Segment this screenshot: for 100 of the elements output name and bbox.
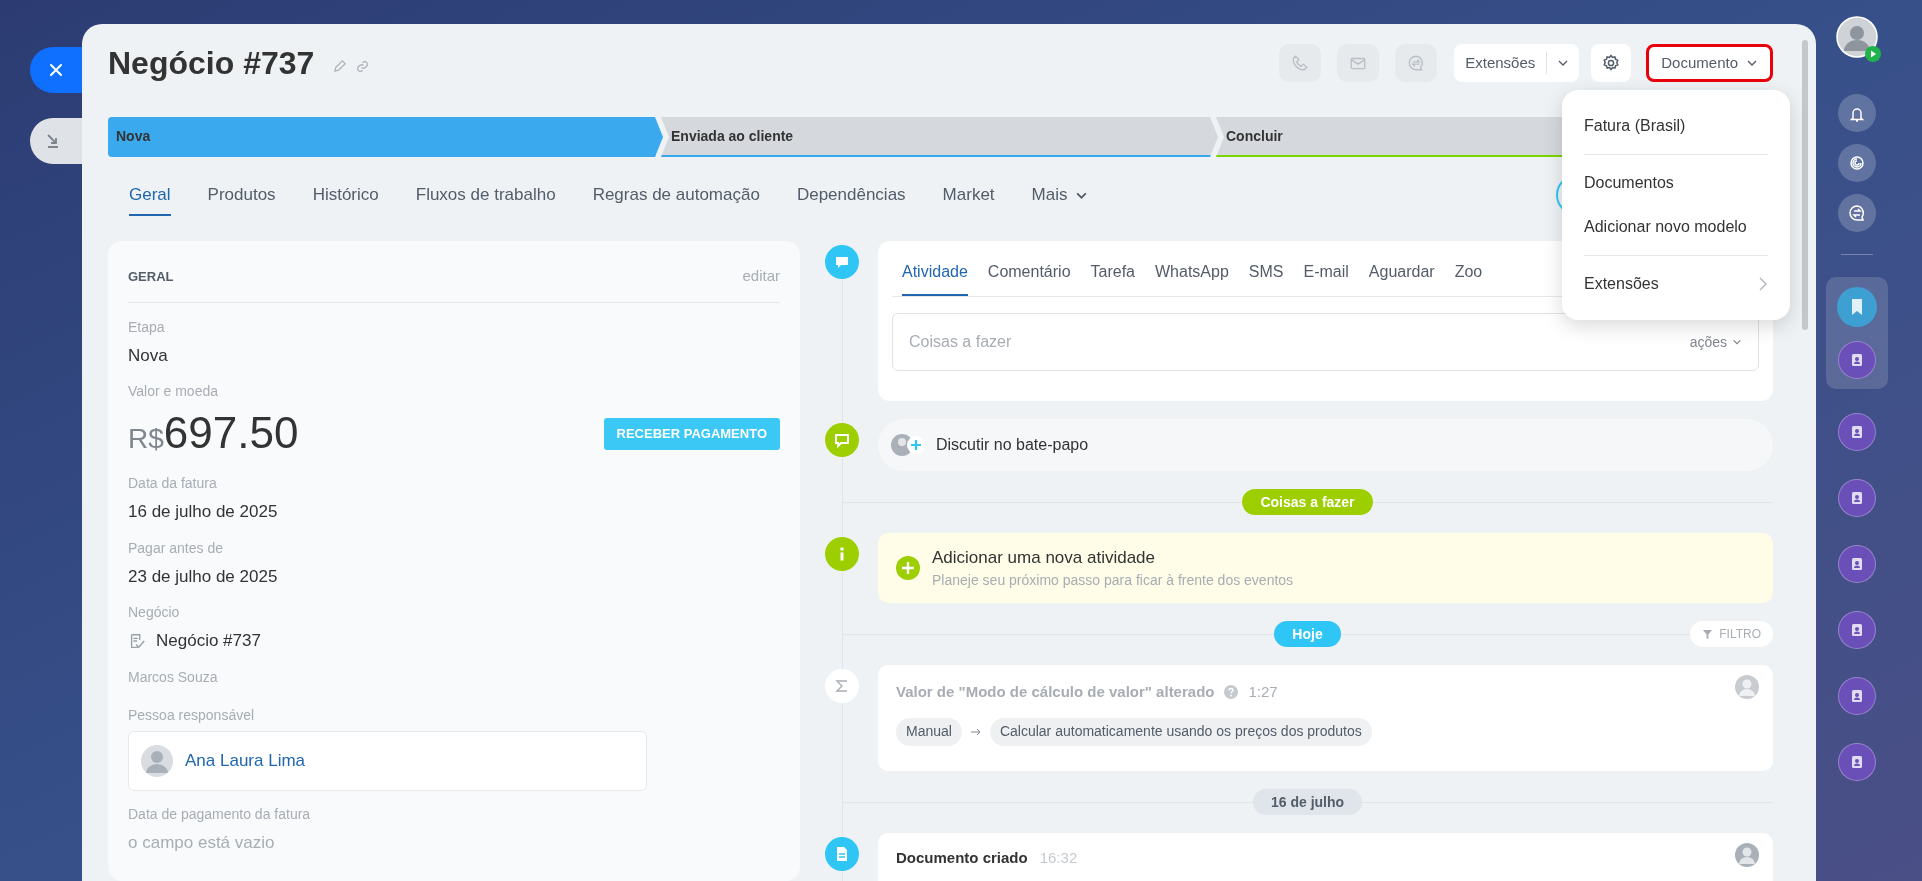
composer-tab[interactable]: Aguardar [1368,250,1435,296]
menu-item[interactable]: Adicionar novo modelo [1584,205,1768,249]
bookmark-button[interactable] [1837,287,1877,327]
stage-step[interactable]: Nova [108,117,663,157]
value-chip: Calcular automaticamente usando os preços dos produtos [989,717,1372,746]
avatar-icon [1735,675,1759,699]
filter-icon [1702,628,1714,640]
person-link[interactable]: Ana Laura Lima [185,747,306,774]
section-heading: GERAL [128,267,174,286]
document-button[interactable]: Documento [1646,44,1773,82]
tab[interactable]: Regras de automação [592,176,760,216]
date-badge: 16 de julho [1252,789,1363,815]
phone-icon [1291,54,1310,72]
contact-card-icon [1850,755,1864,769]
settings-icon [1601,53,1622,73]
composer-tab[interactable]: SMS [1248,250,1284,296]
field-label: Data de pagamento da fatura [128,804,312,824]
field-label: Valor e moeda [128,382,219,401]
scrollbar-thumb[interactable] [1802,40,1808,330]
bell-button[interactable] [1838,94,1876,132]
avatar-plus-icon [890,433,926,457]
field-label: Etapa [128,317,166,337]
avatar-icon [1735,843,1759,867]
tab[interactable]: Market [942,176,995,216]
contact-card-icon [1850,689,1864,703]
page-title: Negócio #737 [108,44,315,83]
field-label: Data da fatura [128,474,218,493]
field-value: 16 de julho de 2025 [128,501,279,523]
app-button[interactable] [1838,611,1876,649]
chat-arrows-icon [1407,54,1426,72]
card-subtitle: Planeje seu próximo passo para ficar à frente dos eventos [932,571,1294,591]
date-badge: Coisas a fazer [1242,489,1373,515]
tab[interactable]: Dependências [796,176,906,216]
chevron-down-icon [1732,337,1742,347]
contact-card-icon [1850,425,1864,439]
settings-button[interactable] [1591,44,1632,82]
menu-item[interactable]: Documentos [1584,161,1768,205]
document-icon [834,846,850,862]
composer-tab[interactable]: Tarefa [1090,250,1135,296]
app-button[interactable] [1838,479,1876,517]
tab[interactable]: Fluxos de trabalho [415,176,556,216]
checked-document-icon [128,631,146,650]
app-button[interactable] [1838,677,1876,715]
plus-icon [896,556,920,580]
app-button[interactable] [1838,545,1876,583]
contact-card-icon [1850,491,1864,505]
contact-card-icon [1850,623,1864,637]
composer-tab[interactable]: Comentário [987,250,1071,296]
close-icon [48,62,64,78]
composer-tab[interactable]: WhatsApp [1155,250,1229,296]
composer-tab[interactable]: Zoo [1454,250,1483,296]
arrow-down-right-icon [45,133,61,149]
app-button[interactable] [1838,743,1876,781]
field-value: 23 de julho de 2025 [128,565,279,588]
chat-arrows-icon [1847,203,1867,223]
actions-button[interactable]: ações [1689,331,1742,353]
card-title: Valor de "Modo de cálculo de valor" alterado [896,682,1215,702]
time-label: 1:27 [1248,682,1278,702]
date-badge: Hoje [1274,621,1341,647]
avatar-icon [141,744,173,777]
swirl-button[interactable] [1838,144,1876,182]
speech-bubble-icon [834,254,850,270]
todo-input[interactable]: Coisas a fazer ações [892,313,1759,371]
field-value: Nova [128,344,169,367]
swirl-icon [1847,153,1867,173]
minimize-button[interactable] [30,118,82,164]
add-activity-card[interactable]: Adicionar uma nova atividade Planeje seu próximo passo para ficar à frente dos eventos [878,533,1773,603]
card-title: Adicionar uma nova atividade [932,546,1157,569]
avatar-icon [1836,16,1878,58]
field-value: o campo está vazio [128,831,276,854]
chevron-right-icon [1758,276,1768,292]
close-button[interactable] [30,47,82,93]
app-button[interactable] [1838,341,1876,379]
sigma-icon [834,678,850,694]
time-label: 16:32 [1039,848,1078,868]
tab[interactable]: Histórico [312,176,379,216]
tab[interactable]: Mais [1031,176,1089,216]
chat-arrows-button[interactable] [1838,194,1876,232]
contact-card-icon [1850,353,1864,367]
chat-icon [834,432,850,448]
card-title: Documento criado [896,848,1028,868]
extensions-button[interactable]: Extensões [1454,44,1580,82]
tab[interactable]: Produtos [207,176,276,216]
field-label: Pagar antes de [128,538,224,558]
field-label: Pessoa responsável [128,705,256,725]
composer-tab[interactable]: E-mail [1303,250,1349,296]
contact-name: Marcos Souza [128,667,219,687]
chat-prompt[interactable]: Discutir no bate-papo [878,419,1773,471]
field-label: Negócio [128,603,181,622]
contact-card-icon [1850,557,1864,571]
composer-tab[interactable]: Atividade [902,250,968,296]
currency-symbol: R$ [128,423,164,456]
amount-value: 697.50 [163,407,299,459]
stage-step[interactable]: Enviada ao cliente [661,117,1218,157]
play-badge-icon [1865,46,1881,62]
app-button[interactable] [1838,413,1876,451]
deal-link[interactable]: Negócio #737 [156,628,261,654]
bookmark-icon [1850,298,1864,316]
tab[interactable]: Geral [129,176,171,216]
menu-item[interactable]: Extensões [1584,262,1768,306]
